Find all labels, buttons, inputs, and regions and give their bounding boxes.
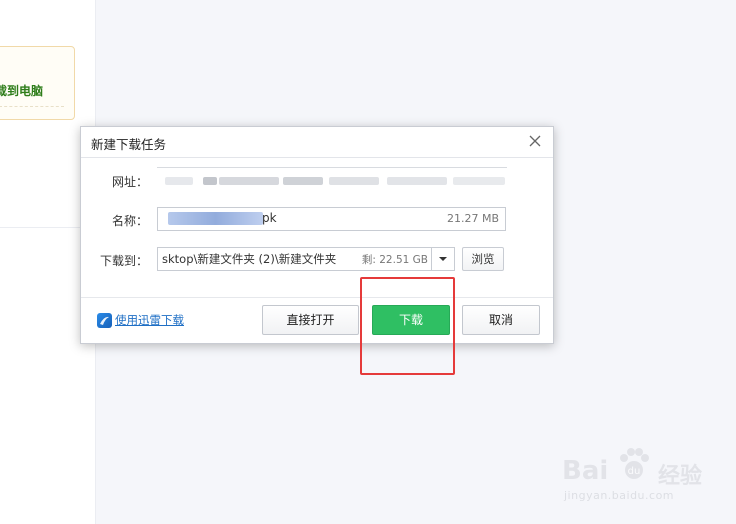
url-field[interactable] (157, 167, 507, 192)
redacted-url (329, 177, 379, 185)
file-name-text: pk (262, 211, 277, 225)
thunder-download-link[interactable]: 使用迅雷下载 (97, 312, 184, 328)
file-name-input[interactable]: pk 21.27 MB (157, 207, 506, 231)
watermark-url: jingyan.baidu.com (564, 489, 675, 502)
redacted-url (387, 177, 447, 185)
download-to-pc-card[interactable]: 载到电脑 (0, 46, 75, 120)
cancel-button[interactable]: 取消 (462, 305, 540, 335)
redacted-url (453, 177, 505, 185)
close-icon[interactable] (527, 133, 543, 149)
page: 载到电脑 新建下载任务 网址： 名称： pk 21.27 MB (0, 0, 736, 524)
card-divider (0, 106, 64, 107)
redacted-file-name (168, 212, 263, 225)
footer-divider (81, 297, 553, 298)
redacted-url (219, 177, 279, 185)
dialog-title: 新建下载任务 (91, 137, 167, 152)
highlight-annotation (360, 277, 455, 375)
save-path-label: 下载到： (99, 254, 148, 268)
dropdown-button[interactable] (431, 248, 454, 270)
download-to-pc-label: 载到电脑 (0, 84, 44, 98)
baidu-jingyan-watermark: Bai du 经验 jingyan.baidu.com (562, 444, 702, 504)
browse-button[interactable]: 浏览 (462, 247, 504, 271)
name-label: 名称： (111, 214, 148, 228)
triangle-down-icon (439, 257, 447, 261)
redacted-url (203, 177, 217, 185)
paw-icon: du (620, 448, 649, 479)
save-path-select[interactable]: sktop\新建文件夹 (2)\新建文件夹 剩: 22.51 GB (157, 247, 455, 271)
free-space: 剩: 22.51 GB (358, 252, 428, 267)
svg-text:du: du (628, 466, 641, 477)
file-size: 21.27 MB (446, 212, 499, 225)
watermark-brand: Bai (562, 456, 609, 486)
watermark-jingyan: 经验 (658, 464, 703, 489)
save-path-text: sktop\新建文件夹 (2)\新建文件夹 (162, 252, 337, 266)
title-divider (81, 157, 553, 158)
url-label: 网址： (111, 175, 148, 189)
redacted-url (165, 177, 193, 185)
open-directly-button[interactable]: 直接打开 (262, 305, 359, 335)
thunder-icon (97, 312, 112, 328)
new-download-dialog: 新建下载任务 网址： 名称： pk 21.27 MB 下载到： sktop\新建… (80, 126, 554, 344)
redacted-url (283, 177, 323, 185)
thunder-link-label: 使用迅雷下载 (115, 313, 184, 327)
